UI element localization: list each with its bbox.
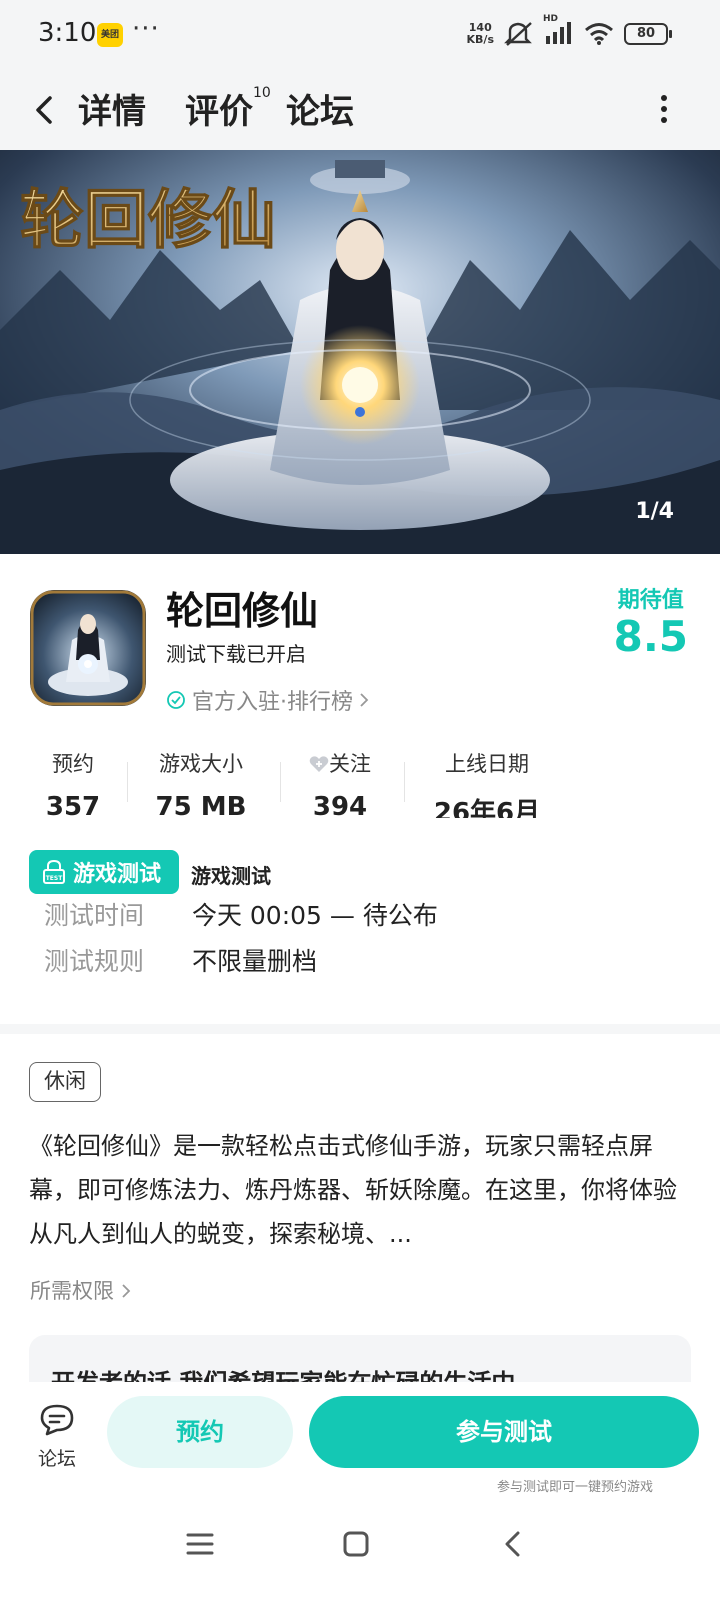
stat-game-size: 游戏大小 75 MB: [140, 748, 262, 818]
app-title: 轮回修仙: [166, 589, 319, 633]
official-ranking-link[interactable]: 官方入驻·排行榜: [166, 684, 369, 716]
tab-detail[interactable]: 详情: [76, 84, 154, 133]
expectation-label: 期待值: [617, 588, 684, 613]
test-time-row: 测试时间 今天 00:05 — 待公布: [44, 896, 438, 932]
stat-divider: [127, 762, 128, 802]
back-arrow-icon[interactable]: [30, 90, 60, 130]
genre-tag[interactable]: 休闲: [29, 1062, 101, 1102]
banner-image: 轮回修仙: [0, 150, 720, 554]
system-navigation-bar: [0, 1500, 720, 1600]
stat-release-date: 上线日期 26年6月: [422, 748, 552, 818]
test-time-value: 今天 00:05 — 待公布: [191, 901, 438, 930]
forum-button-label: 论坛: [37, 1448, 76, 1470]
stats-row: 预约 357 游戏大小 75 MB 关注 394 上线日期 26年6月: [30, 748, 630, 818]
status-bar: 3:10 美团 ··· 140 KB/s HD 80: [0, 0, 720, 72]
tab-forum-label: 论坛: [286, 92, 354, 132]
tab-review-label: 评价: [185, 92, 253, 132]
game-description[interactable]: 《轮回修仙》是一款轻松点击式修仙手游，玩家只需轻点屏幕，即可修炼法力、炼丹炼器、…: [29, 1124, 693, 1256]
stat-label-text: 关注: [329, 752, 371, 776]
stat-value: 75 MB: [155, 792, 247, 818]
meituan-app-icon: 美团: [97, 23, 123, 47]
tab-forum[interactable]: 论坛: [286, 84, 354, 133]
game-test-label: 游戏测试: [191, 864, 271, 888]
test-rule-row: 测试规则 不限量删档: [44, 942, 317, 978]
join-test-note: 参与测试即可一键预约游戏: [497, 1480, 654, 1495]
join-test-button[interactable]: 参与测试: [309, 1396, 699, 1468]
test-rule-value: 不限量删档: [191, 947, 317, 976]
back-icon[interactable]: [502, 1530, 522, 1558]
forum-chat-icon: [40, 1404, 74, 1436]
network-speed: 140 KB/s: [467, 22, 494, 46]
reserve-button[interactable]: 预约: [107, 1396, 293, 1468]
banner-counter: 1/4: [635, 499, 674, 524]
tab-detail-label: 详情: [78, 92, 146, 132]
chevron-right-icon: [122, 1284, 130, 1298]
heart-plus-icon: [309, 756, 329, 772]
permissions-label: 所需权限: [30, 1279, 114, 1303]
stat-label: 上线日期: [445, 752, 529, 776]
network-speed-unit: KB/s: [466, 33, 494, 46]
stat-value: 357: [45, 792, 101, 818]
expectation-value: 8.5: [613, 612, 688, 661]
review-count: 10: [253, 84, 271, 101]
test-time-key: 测试时间: [44, 901, 145, 930]
status-indicators: 140 KB/s HD 80: [467, 14, 672, 48]
stat-value: 394: [312, 792, 368, 818]
wifi-icon: [585, 23, 613, 45]
stat-label: 关注: [294, 748, 386, 778]
top-navigation: 详情 评价10 论坛: [0, 72, 720, 150]
banner-title-art: 轮回修仙: [20, 183, 276, 258]
stat-label: 游戏大小: [159, 752, 243, 776]
chevron-right-icon: [360, 693, 369, 707]
verified-check-icon: [167, 691, 185, 709]
more-notifications-icon: ···: [132, 14, 160, 44]
stat-divider: [404, 762, 405, 802]
stat-divider: [280, 762, 281, 802]
stat-value: 26年6月: [433, 798, 541, 818]
official-ranking-label: 官方入驻·排行榜: [192, 690, 353, 715]
app-icon: [30, 590, 146, 706]
app-subtitle: 测试下载已开启: [166, 642, 306, 666]
status-time: 3:10: [38, 18, 97, 48]
cell-signal: HD: [543, 14, 574, 48]
bottom-action-bar: 论坛 预约 参与测试 参与测试即可一键预约游戏: [0, 1382, 720, 1500]
game-test-badge-label: 游戏测试: [73, 862, 162, 887]
battery-indicator: 80: [624, 23, 672, 45]
test-icon-label: TEST: [46, 875, 64, 882]
stat-label: 预约: [52, 752, 94, 776]
hd-label: HD: [543, 14, 559, 24]
test-rule-key: 测试规则: [44, 947, 145, 976]
section-divider: [0, 1024, 720, 1034]
expectation-score: 期待值 8.5: [614, 582, 688, 660]
tab-review[interactable]: 评价10: [185, 84, 271, 133]
game-test-badge: TEST 游戏测试: [29, 850, 179, 894]
stat-followers[interactable]: 关注 394: [294, 748, 386, 818]
stat-reservations: 预约 357: [30, 748, 116, 818]
permissions-link[interactable]: 所需权限: [30, 1275, 131, 1305]
more-menu-icon[interactable]: [660, 94, 668, 124]
test-icon: TEST: [43, 859, 65, 884]
mute-icon: [504, 22, 532, 46]
menu-icon[interactable]: [186, 1530, 214, 1558]
banner-carousel[interactable]: 轮回修仙 1/4: [0, 150, 720, 554]
forum-button[interactable]: 论坛: [32, 1402, 82, 1471]
home-icon[interactable]: [342, 1530, 370, 1558]
